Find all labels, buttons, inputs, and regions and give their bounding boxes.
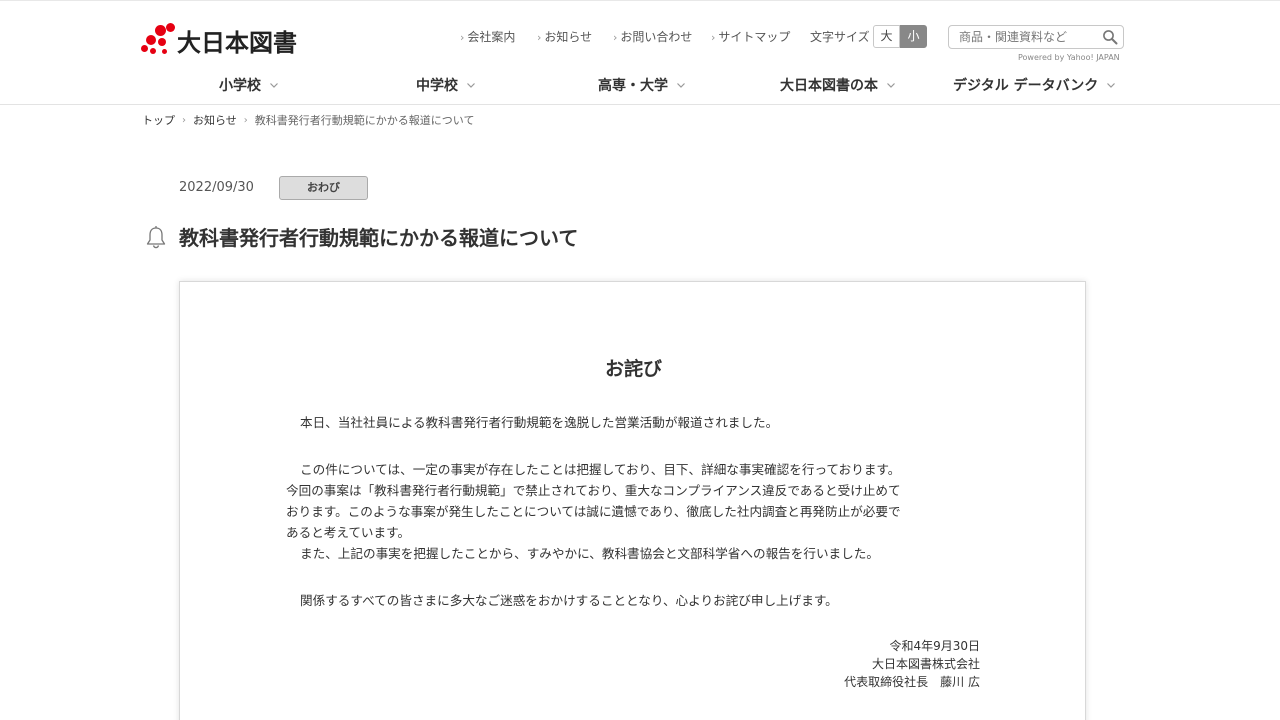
signature-company: 大日本図書株式会社 [871, 657, 980, 671]
chevron-right-icon: › [613, 31, 618, 44]
chevron-right-icon: › [711, 31, 716, 44]
chevron-right-icon: › [537, 31, 542, 44]
notice-body: 本日、当社社員による教科書発行者行動規範を逸脱した営業活動が報道されました。 こ… [286, 412, 986, 611]
font-size-label: 文字サイズ [810, 30, 870, 44]
nav-databank-label: デジタル データバンク [953, 78, 1099, 94]
notice-paragraph-2-line-2: 今回の事案は「教科書発行者行動規範」で禁止されており、重大なコンプライアンス違反… [286, 483, 901, 498]
chevron-down-icon [467, 83, 475, 88]
notice-paragraph-1: 本日、当社社員による教科書発行者行動規範を逸脱した営業活動が報道されました。 [300, 415, 779, 430]
notice-paragraph-2-line-1: この件については、一定の事実が存在したことは把握しており、目下、詳細な事実確認を… [300, 462, 901, 477]
nav-junior-high[interactable]: 中学校 [416, 75, 476, 95]
signature-representative: 代表取締役社長 藤川 広 [844, 675, 980, 689]
search-box [948, 25, 1124, 49]
chevron-right-icon: › [243, 114, 248, 126]
bell-icon [146, 226, 166, 249]
nav-elementary-label: 小学校 [219, 78, 261, 94]
news-link[interactable]: › お知らせ [537, 28, 592, 45]
font-size-large-button[interactable]: 大 [873, 25, 900, 48]
nav-elementary-school[interactable]: 小学校 [219, 75, 279, 95]
search-input[interactable] [949, 26, 1097, 48]
company-info-link[interactable]: › 会社案内 [460, 28, 515, 45]
notice-paragraph-3: 関係するすべての皆さまに多大なご迷惑をおかけすることとなり、心よりお詫び申し上げ… [300, 593, 838, 608]
breadcrumb-top-link[interactable]: トップ [142, 112, 175, 128]
notice-paragraph-2-line-5: また、上記の事実を把握したことから、すみやかに、教科書協会と文部科学省への報告を… [300, 546, 879, 561]
contact-link[interactable]: › お問い合わせ [613, 28, 692, 45]
sitemap-link[interactable]: › サイトマップ [711, 28, 790, 45]
news-label: お知らせ [544, 30, 593, 44]
font-size-small-button[interactable]: 小 [900, 25, 927, 48]
nav-books[interactable]: 大日本図書の本 [780, 75, 896, 95]
article-date: 2022/09/30 [179, 180, 254, 195]
signature-date: 令和4年9月30日 [889, 639, 980, 653]
breadcrumb: トップ › お知らせ › 教科書発行者行動規範にかかる報道について [142, 112, 474, 128]
chevron-down-icon [1107, 83, 1116, 88]
notice-paragraph-2-line-3: おります。このような事案が発生したことについては誠に遺憾であり、徹底した社内調査… [286, 504, 901, 519]
chevron-right-icon: › [460, 31, 465, 44]
nav-digital-databank[interactable]: デジタル データバンク [953, 75, 1116, 95]
chevron-down-icon [677, 83, 685, 88]
chevron-right-icon: › [182, 114, 186, 126]
utility-bar: › 会社案内 › お知らせ › お問い合わせ › サイトマップ 文字サイズ 大 小 [0, 25, 1280, 49]
nav-books-label: 大日本図書の本 [780, 78, 878, 94]
chevron-down-icon [887, 83, 895, 88]
notice-heading: お詫び [604, 358, 662, 380]
category-badge: おわび [279, 176, 368, 200]
nav-college-university[interactable]: 高専・大学 [598, 75, 686, 95]
notice-signature: 令和4年9月30日 大日本図書株式会社 代表取締役社長 藤川 広 [844, 637, 980, 691]
chevron-down-icon [270, 83, 278, 88]
sitemap-label: サイトマップ [718, 30, 791, 44]
company-info-label: 会社案内 [467, 30, 516, 44]
breadcrumb-news-link[interactable]: お知らせ [193, 112, 237, 128]
nav-college-label: 高専・大学 [598, 78, 668, 94]
nav-junior-high-label: 中学校 [416, 78, 458, 94]
search-icon[interactable] [1102, 29, 1118, 45]
page-title: 教科書発行者行動規範にかかる報道について [179, 226, 579, 250]
site-header: 大日本図書 › 会社案内 › お知らせ › お問い合わせ › サイトマップ 文字サイズ … [0, 0, 1280, 105]
search-powered-by: Powered by Yahoo! JAPAN [1018, 53, 1120, 62]
notice-box: お詫び 本日、当社社員による教科書発行者行動規範を逸脱した営業活動が報道されまし… [179, 281, 1086, 720]
breadcrumb-current: 教科書発行者行動規範にかかる報道について [254, 114, 475, 127]
notice-paragraph-2-line-4: あると考えています。 [286, 525, 411, 540]
contact-label: お問い合わせ [620, 30, 693, 44]
